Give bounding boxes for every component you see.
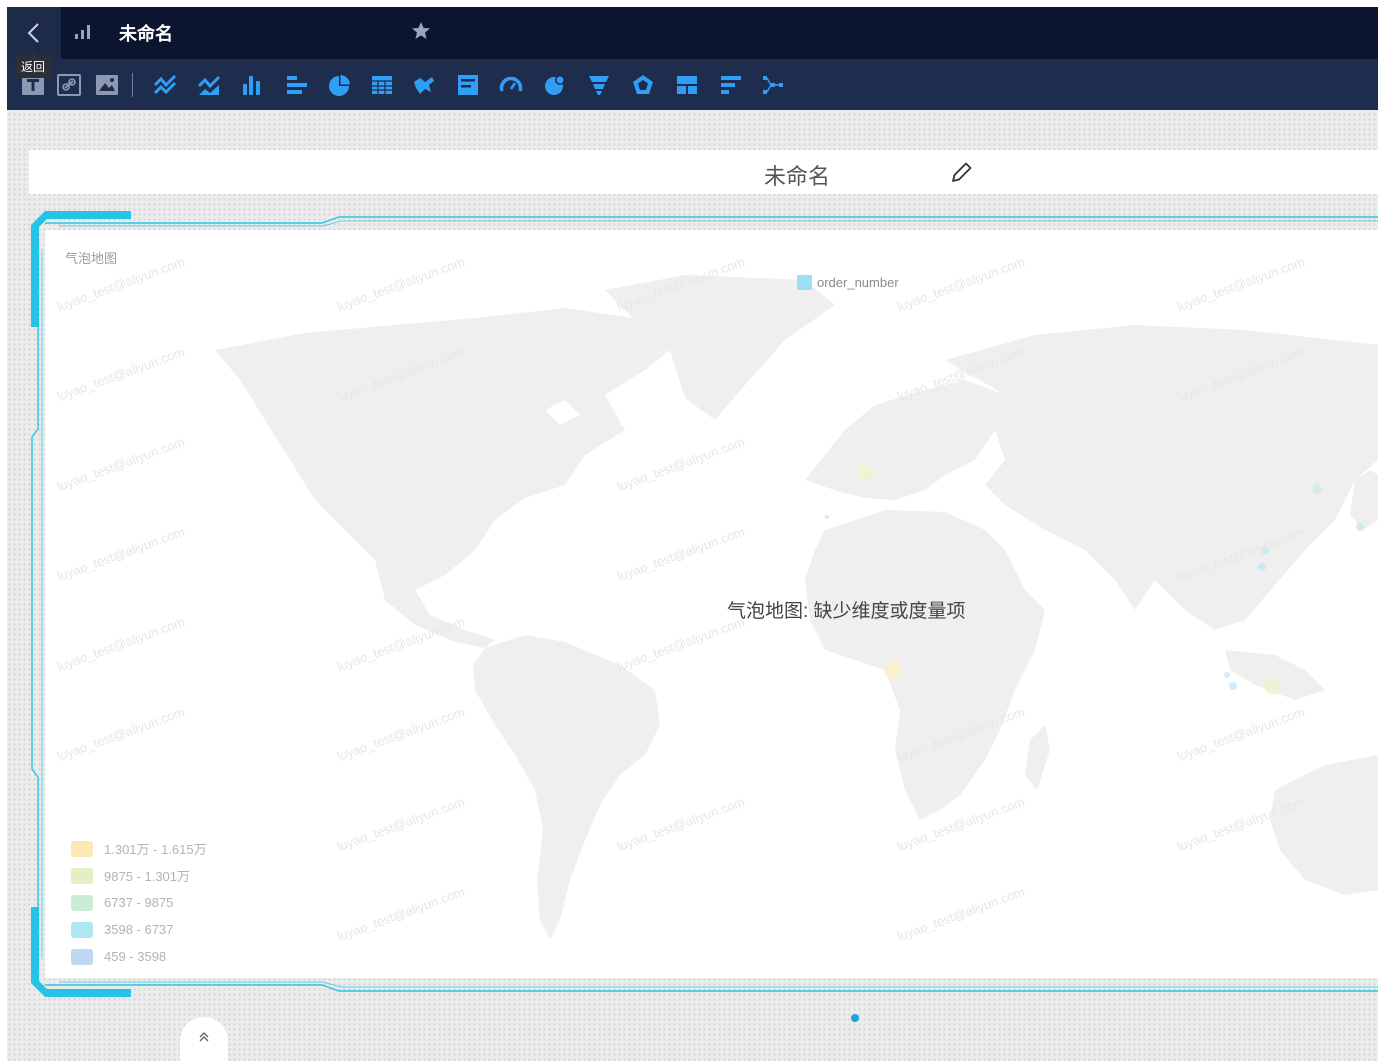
top-bar: 未命名: [7, 7, 1378, 59]
range-legend-item[interactable]: 459 - 3598: [71, 943, 207, 970]
cross-table-icon[interactable]: [675, 73, 699, 97]
bubble-map-icon[interactable]: [543, 73, 567, 97]
range-swatch: [71, 894, 93, 911]
range-legend-item[interactable]: 1.301万 - 1.615万: [71, 835, 207, 862]
series-legend-label: order_number: [817, 275, 899, 290]
kpi-icon[interactable]: [456, 73, 480, 97]
star-icon[interactable]: [411, 21, 431, 41]
page-dot[interactable]: [851, 1014, 859, 1022]
range-label: 459 - 3598: [104, 949, 167, 964]
map-icon[interactable]: [412, 73, 436, 97]
range-swatch: [71, 921, 93, 938]
column-chart-icon[interactable]: [241, 73, 265, 97]
chevron-left-icon: [27, 23, 39, 43]
range-label: 9875 - 1.301万: [104, 869, 191, 884]
range-legend: 1.301万 - 1.615万 9875 - 1.301万 6737 - 987…: [71, 835, 207, 970]
empty-state-message: 气泡地图: 缺少维度或度量项: [727, 601, 966, 622]
tree-icon[interactable]: [761, 73, 785, 97]
radar-icon[interactable]: [631, 73, 655, 97]
chart-label: 气泡地图: [65, 251, 118, 266]
range-legend-item[interactable]: 9875 - 1.301万: [71, 862, 207, 889]
range-legend-item[interactable]: 6737 - 9875: [71, 889, 207, 916]
canvas-title[interactable]: 未命名: [764, 159, 830, 191]
bar-chart-icon: [75, 25, 90, 39]
series-legend[interactable]: order_number: [797, 275, 899, 290]
toolbar-divider: [132, 73, 133, 97]
funnel-icon[interactable]: [587, 73, 611, 97]
app-frame: 未命名 返回 未命名 luyao_test@aliyun.com luyao_t…: [7, 7, 1378, 1061]
collapse-button[interactable]: [180, 1017, 228, 1061]
image-icon[interactable]: [95, 73, 119, 97]
gauge-icon[interactable]: [499, 73, 523, 97]
double-chevron-up-icon: [199, 1032, 209, 1042]
chart-card[interactable]: luyao_test@aliyun.com luyao_test@aliyun.…: [29, 209, 1378, 999]
table-icon[interactable]: [370, 73, 394, 97]
back-tooltip: 返回: [15, 51, 51, 78]
range-swatch: [71, 867, 93, 884]
range-swatch: [71, 948, 93, 965]
range-label: 1.301万 - 1.615万: [104, 842, 207, 857]
bar-chart-icon[interactable]: [285, 73, 309, 97]
pencil-icon[interactable]: [950, 160, 974, 184]
ranking-icon[interactable]: [719, 73, 743, 97]
range-swatch: [71, 840, 93, 857]
range-legend-item[interactable]: 3598 - 6737: [71, 916, 207, 943]
world-map: [215, 275, 1378, 940]
widget-toolbar: [7, 59, 1378, 110]
range-label: 3598 - 6737: [104, 922, 174, 937]
area-chart-icon[interactable]: [197, 73, 221, 97]
line-chart-icon[interactable]: [153, 73, 177, 97]
link-icon[interactable]: [57, 73, 81, 97]
pie-chart-icon[interactable]: [327, 73, 351, 97]
report-name[interactable]: 未命名: [119, 20, 173, 46]
canvas-title-bar: 未命名: [29, 150, 1378, 194]
range-label: 6737 - 9875: [104, 895, 174, 910]
series-legend-swatch: [797, 275, 812, 290]
chart-area: luyao_test@aliyun.com luyao_test@aliyun.…: [45, 230, 1378, 978]
